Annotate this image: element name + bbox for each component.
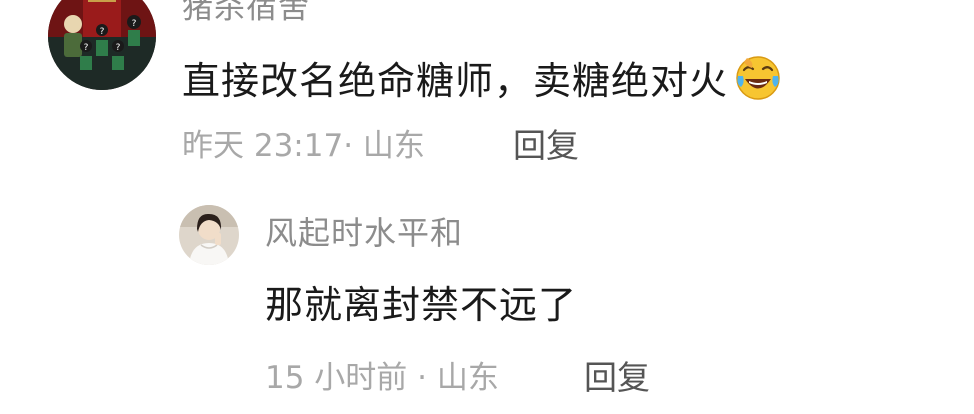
comment-text-body: 直接改名绝命糖师，卖糖绝对火 bbox=[182, 59, 729, 103]
comment-meta: 昨天 23:17· 山东 bbox=[182, 128, 425, 164]
svg-text:?: ? bbox=[132, 19, 137, 29]
reply-avatar-image bbox=[179, 205, 239, 265]
avatar[interactable]: ? ? ? ? bbox=[48, 0, 156, 90]
svg-text:?: ? bbox=[116, 43, 121, 53]
reply-button[interactable]: 回复 bbox=[513, 126, 579, 166]
svg-text:?: ? bbox=[100, 27, 105, 37]
comment-thread: ? ? ? ? 猪杀宿舍 直接改名绝命糖师，卖糖绝对火 昨天 23:17· 山东… bbox=[0, 0, 974, 414]
avatar-image: ? ? ? ? bbox=[48, 0, 156, 90]
reply-to-reply-button[interactable]: 回复 bbox=[584, 358, 650, 398]
reply-meta: 15 小时前 · 山东 bbox=[265, 360, 499, 396]
reply-text: 那就离封禁不远了 bbox=[265, 283, 578, 327]
comment-text: 直接改名绝命糖师，卖糖绝对火 bbox=[182, 54, 782, 103]
reply-username[interactable]: 风起时水平和 bbox=[265, 213, 463, 253]
reply-avatar[interactable] bbox=[179, 205, 239, 265]
commenter-username[interactable]: 猪杀宿舍 bbox=[182, 0, 310, 27]
svg-text:?: ? bbox=[84, 43, 89, 53]
face-with-tears-of-joy-icon bbox=[734, 54, 782, 102]
